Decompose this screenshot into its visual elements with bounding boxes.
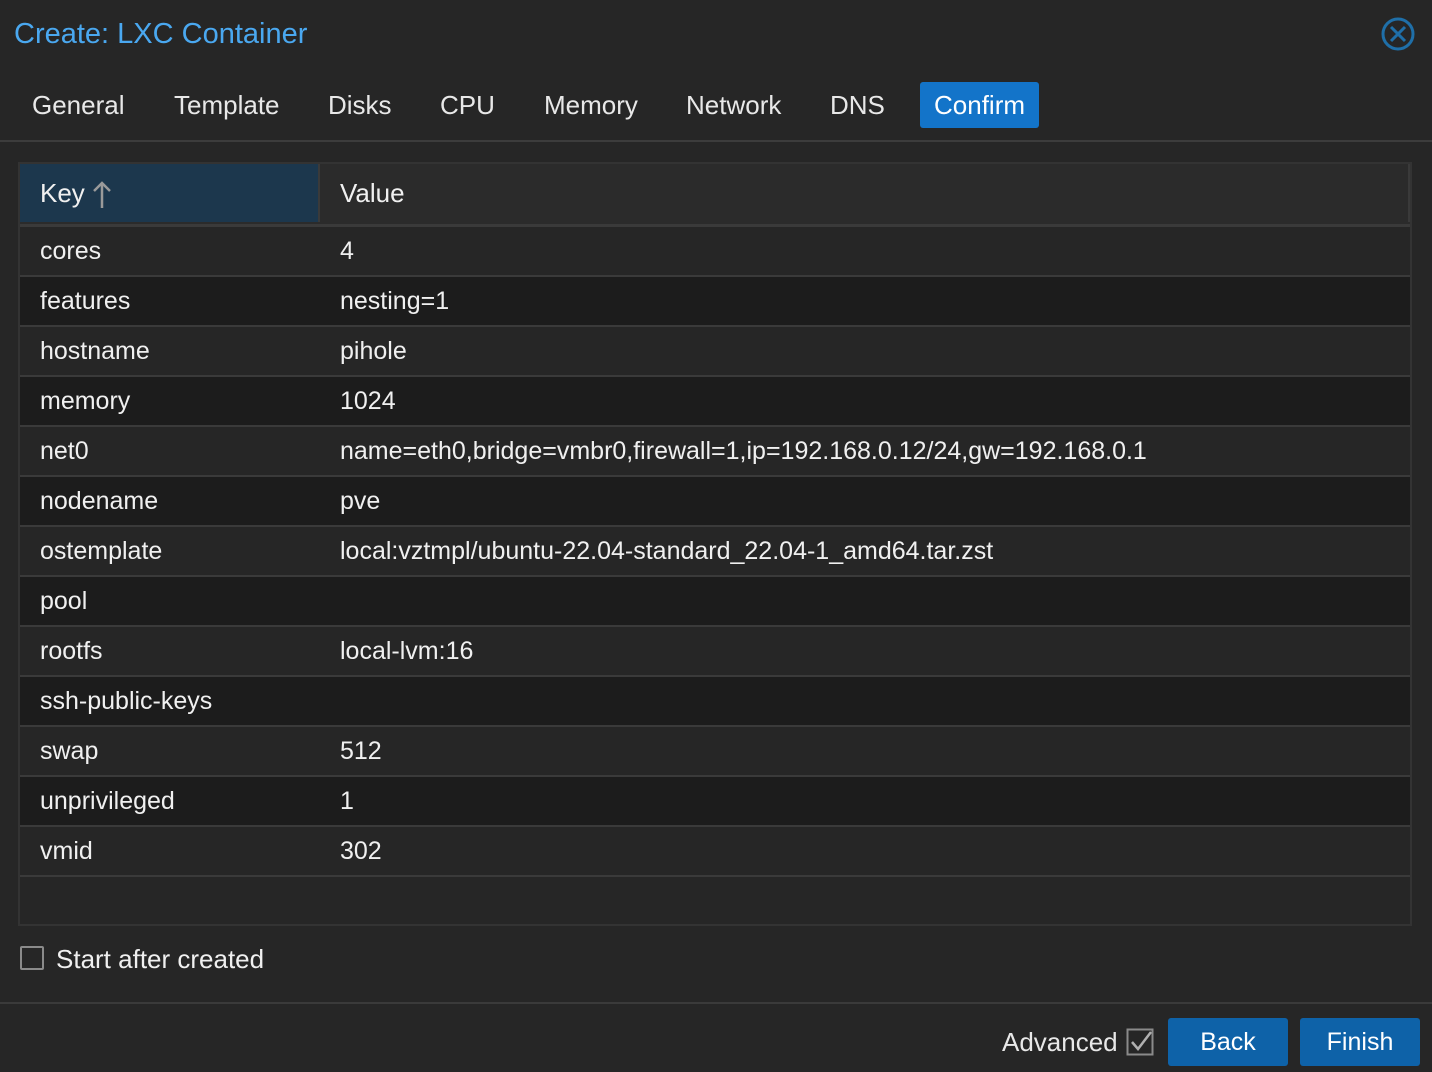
column-header-key[interactable]: Key — [20, 164, 320, 222]
tab-general[interactable]: General — [18, 82, 139, 128]
row-value: local-lvm:16 — [340, 637, 474, 665]
grid-rows: cores 4 features nesting=1 hostname piho… — [20, 227, 1410, 877]
table-row[interactable]: nodename pve — [20, 477, 1410, 527]
row-value: 302 — [340, 837, 382, 865]
row-key: features — [40, 287, 131, 315]
table-row[interactable]: memory 1024 — [20, 377, 1410, 427]
table-row[interactable]: vmid 302 — [20, 827, 1410, 877]
tab-template[interactable]: Template — [160, 82, 294, 128]
column-header-value[interactable]: Value — [320, 164, 1410, 222]
row-key: ssh-public-keys — [40, 687, 213, 715]
row-value: pihole — [340, 337, 407, 365]
tab-dns[interactable]: DNS — [816, 82, 899, 128]
row-value: pve — [340, 487, 381, 515]
dialog-title: Create: LXC Container — [14, 18, 308, 50]
table-row[interactable]: swap 512 — [20, 727, 1410, 777]
create-lxc-dialog: Create: LXC Container General Template D… — [0, 0, 1432, 1072]
start-after-created-label: Start after created — [56, 944, 265, 974]
table-row[interactable]: hostname pihole — [20, 327, 1410, 377]
row-value: 1 — [340, 787, 354, 815]
row-key: hostname — [40, 337, 150, 365]
row-value: 1024 — [340, 387, 396, 415]
finish-button[interactable]: Finish — [1300, 1018, 1420, 1066]
back-button[interactable]: Back — [1168, 1018, 1288, 1066]
column-header-value-label: Value — [340, 178, 405, 208]
row-key: pool — [40, 587, 88, 615]
table-row[interactable]: pool — [20, 577, 1410, 627]
table-row[interactable]: rootfs local-lvm:16 — [20, 627, 1410, 677]
checkbox-empty-icon[interactable] — [20, 946, 44, 970]
column-header-key-label: Key — [40, 178, 85, 208]
table-row[interactable]: net0 name=eth0,bridge=vmbr0,firewall=1,i… — [20, 427, 1410, 477]
sort-ascending-icon — [92, 180, 112, 210]
row-key: rootfs — [40, 637, 103, 665]
row-key: memory — [40, 387, 131, 415]
row-value: name=eth0,bridge=vmbr0,firewall=1,ip=192… — [340, 437, 1147, 465]
close-icon[interactable] — [1380, 16, 1416, 52]
row-key: nodename — [40, 487, 159, 515]
row-value: 512 — [340, 737, 382, 765]
tab-memory[interactable]: Memory — [530, 82, 652, 128]
grid-header: Key Value — [20, 164, 1410, 227]
checkbox-checked-icon[interactable] — [1126, 1028, 1154, 1056]
wizard-tabs: General Template Disks CPU Memory Networ… — [0, 70, 1432, 142]
row-value: nesting=1 — [340, 287, 450, 315]
tab-cpu[interactable]: CPU — [426, 82, 509, 128]
row-key: unprivileged — [40, 787, 175, 815]
row-key: cores — [40, 237, 102, 265]
table-row[interactable]: cores 4 — [20, 227, 1410, 277]
row-value: local:vztmpl/ubuntu-22.04-standard_22.04… — [340, 537, 994, 565]
tab-network[interactable]: Network — [672, 82, 795, 128]
dialog-footer: Advanced Back Finish — [0, 1002, 1432, 1072]
advanced-label: Advanced — [1002, 1027, 1118, 1057]
row-key: ostemplate — [40, 537, 163, 565]
confirm-grid: Key Value cores 4 features nesting=1 hos… — [18, 162, 1412, 926]
tab-confirm[interactable]: Confirm — [920, 82, 1040, 128]
row-key: net0 — [40, 437, 89, 465]
table-row[interactable]: unprivileged 1 — [20, 777, 1410, 827]
table-row[interactable]: features nesting=1 — [20, 277, 1410, 327]
row-key: vmid — [40, 837, 93, 865]
dialog-titlebar: Create: LXC Container — [0, 0, 1432, 70]
tab-disks[interactable]: Disks — [314, 82, 406, 128]
row-value: 4 — [340, 237, 354, 265]
table-row[interactable]: ssh-public-keys — [20, 677, 1410, 727]
table-row[interactable]: ostemplate local:vztmpl/ubuntu-22.04-sta… — [20, 527, 1410, 577]
row-key: swap — [40, 737, 99, 765]
